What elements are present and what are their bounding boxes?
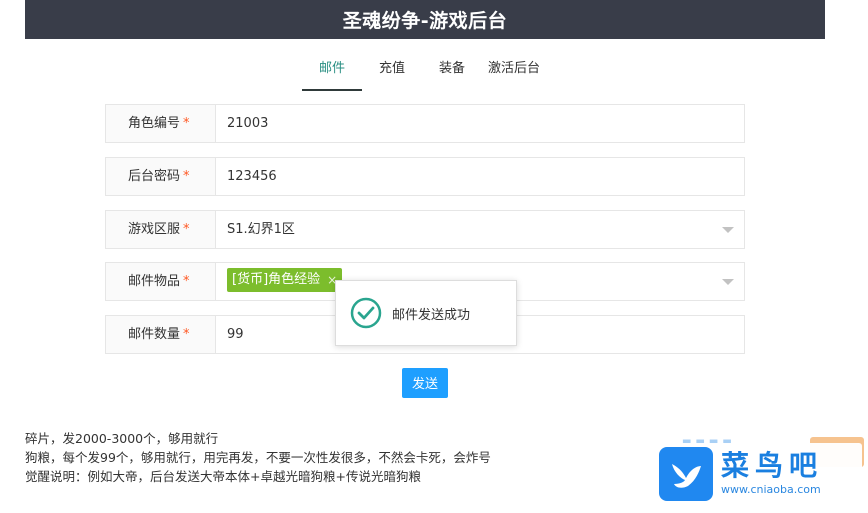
item-label: 邮件物品 * [106,263,216,300]
watermark-url: www.cniaoba.com [721,483,821,496]
watermark-name: 菜鸟吧 [721,449,824,482]
send-button[interactable]: 发送 [402,368,448,398]
check-circle-icon [350,297,382,329]
password-row: 后台密码 * 123456 [105,157,745,196]
page-title: 圣魂纷争-游戏后台 [25,0,825,39]
note-line: 狗粮，每个发99个，够用就行，用完再发，不要一次性发很多，不然会卡死，会炸号 [25,450,491,465]
role-id-row: 角色编号 * 21003 [105,104,745,143]
tab-mail[interactable]: 邮件 [302,55,362,91]
server-select-value: S1.幻界1区 [227,222,295,237]
required-mark: * [183,274,190,289]
password-input[interactable]: 123456 [216,158,744,195]
watermark-logo: 菜鸟吧 www.cniaoba.com [650,443,862,505]
required-mark: * [183,169,190,184]
role-id-input[interactable]: 21003 [216,105,744,142]
tab-equipment[interactable]: 装备 [422,55,482,89]
quantity-label: 邮件数量 * [106,316,216,353]
server-row: 游戏区服 * S1.幻界1区 [105,210,745,249]
chevron-down-icon [722,227,734,233]
chevron-down-icon [722,279,734,285]
role-id-label: 角色编号 * [106,105,216,142]
tab-bar: 邮件 充值 装备 激活后台 [302,55,546,91]
tab-recharge[interactable]: 充值 [362,55,422,89]
required-mark: * [183,116,190,131]
note-line: 觉醒说明：例如大帝，后台发送大帝本体+卓越光暗狗粮+传说光暗狗粮 [25,469,421,484]
toast-message: 邮件发送成功 [392,307,471,323]
server-label: 游戏区服 * [106,211,216,248]
server-select[interactable]: S1.幻界1区 [216,211,744,248]
instructions: 碎片，发2000-3000个，够用就行 狗粮，每个发99个，够用就行，用完再发，… [25,429,491,486]
tab-activate[interactable]: 激活后台 [482,55,546,89]
required-mark: * [183,222,190,237]
note-line: 碎片，发2000-3000个，够用就行 [25,431,219,446]
password-label: 后台密码 * [106,158,216,195]
success-toast: 邮件发送成功 [335,280,517,346]
selected-item-tag: [货币]角色经验 × [227,268,343,292]
required-mark: * [183,327,190,342]
bird-logo-icon [659,447,713,501]
